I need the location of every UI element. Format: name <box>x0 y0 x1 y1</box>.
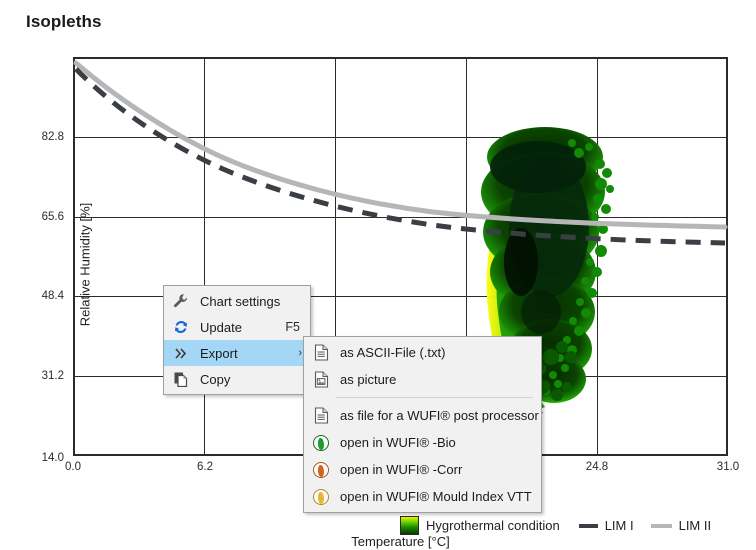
submenu-item-label: open in WUFI® Mould Index VTT <box>334 489 535 504</box>
page-title: Isopleths <box>26 12 102 32</box>
submenu-item-wufi-corr[interactable]: open in WUFI® -Corr <box>304 456 541 483</box>
legend-item-lim2: LIM II <box>651 518 712 533</box>
menu-item-label: Export <box>194 346 298 361</box>
submenu-item-label: as picture <box>334 372 535 387</box>
menu-item-label: Chart settings <box>194 294 304 309</box>
submenu-item-ascii-file[interactable]: as ASCII-File (.txt) <box>304 339 541 366</box>
legend-label-lim2: LIM II <box>679 518 712 533</box>
line-solid-icon <box>651 524 672 528</box>
x-axis-title: Temperature [°C] <box>73 534 728 549</box>
y-tick-label: 82.8 <box>18 131 64 143</box>
chevrons-right-icon <box>168 342 194 364</box>
x-tick-label: 0.0 <box>48 461 98 473</box>
y-axis-title: Relative Humidity [%] <box>78 115 93 415</box>
x-tick-label: 6.2 <box>180 461 230 473</box>
wufi-mould-icon <box>308 486 334 508</box>
chart-legend: Hygrothermal condition LIM I LIM II <box>400 516 711 535</box>
menu-item-accelerator: F5 <box>285 320 304 334</box>
submenu-item-label: open in WUFI® -Corr <box>334 462 535 477</box>
submenu-item-label: as file for a WUFI® post processor <box>334 408 539 423</box>
x-tick-label: 31.0 <box>703 461 753 473</box>
copy-icon <box>168 368 194 390</box>
menu-item-chart-settings[interactable]: Chart settings <box>164 288 310 314</box>
wufi-bio-icon <box>308 432 334 454</box>
context-menu[interactable]: Chart settings Update F5 Export › <box>163 285 311 395</box>
x-tick-label: 24.8 <box>572 461 622 473</box>
submenu-separator <box>336 397 533 398</box>
submenu-item-wufi-mould-index[interactable]: open in WUFI® Mould Index VTT <box>304 483 541 510</box>
wufi-corr-icon <box>308 459 334 481</box>
submenu-item-label: as ASCII-File (.txt) <box>334 345 535 360</box>
document-text-icon <box>308 342 334 364</box>
y-tick-label: 65.6 <box>18 211 64 223</box>
legend-item-lim1: LIM I <box>579 518 634 533</box>
menu-item-export[interactable]: Export › <box>164 340 310 366</box>
submenu-item-post-processor[interactable]: as file for a WUFI® post processor <box>304 402 541 429</box>
legend-label-lim1: LIM I <box>605 518 634 533</box>
legend-item-hygrothermal: Hygrothermal condition <box>400 516 560 535</box>
menu-item-label: Copy <box>194 372 304 387</box>
menu-item-update[interactable]: Update F5 <box>164 314 310 340</box>
y-tick-label: 14.0 <box>18 452 64 464</box>
menu-item-label: Update <box>194 320 285 335</box>
export-submenu[interactable]: as ASCII-File (.txt) as picture <box>303 336 542 513</box>
wrench-icon <box>168 290 194 312</box>
gradient-swatch-icon <box>400 516 419 535</box>
y-tick-label: 31.2 <box>18 370 64 382</box>
line-dash-icon <box>579 524 598 528</box>
submenu-item-picture[interactable]: as picture <box>304 366 541 393</box>
document-text-icon <box>308 405 334 427</box>
legend-label-hygrothermal: Hygrothermal condition <box>426 518 560 533</box>
lim2-curve <box>76 63 725 227</box>
submenu-item-label: open in WUFI® -Bio <box>334 435 535 450</box>
refresh-icon <box>168 316 194 338</box>
menu-item-copy[interactable]: Copy <box>164 366 310 392</box>
submenu-item-wufi-bio[interactable]: open in WUFI® -Bio <box>304 429 541 456</box>
y-tick-label: 48.4 <box>18 290 64 302</box>
lim1-curve <box>76 69 725 243</box>
document-image-icon <box>308 369 334 391</box>
